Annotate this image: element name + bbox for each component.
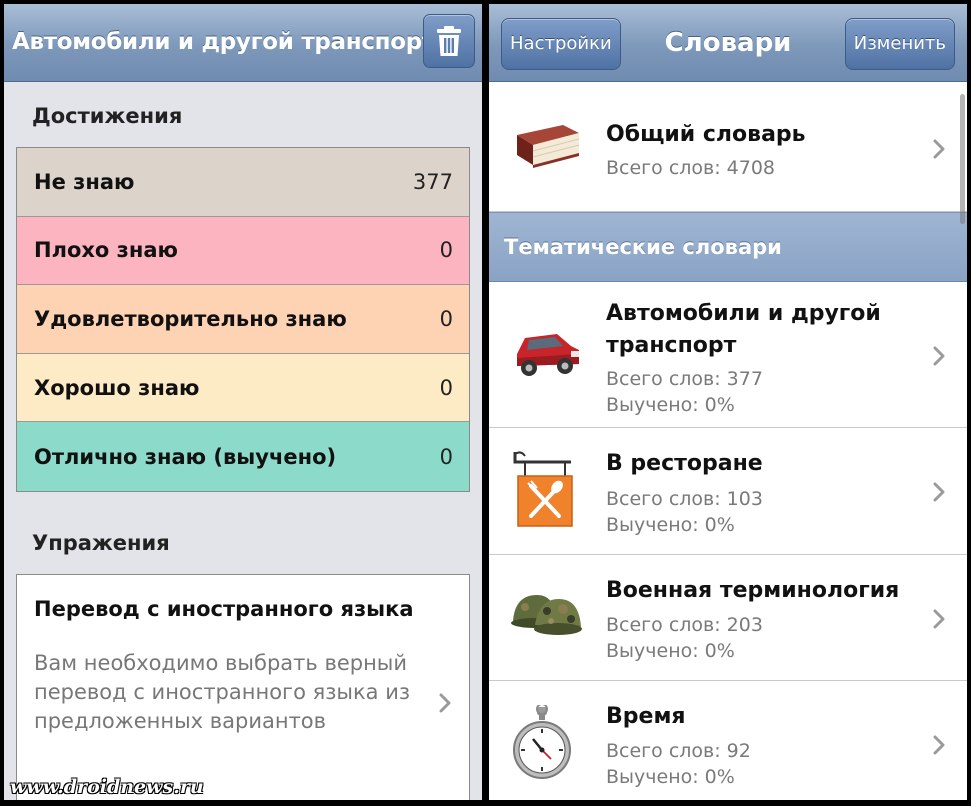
achievement-row-dont-know[interactable]: Не знаю 377	[17, 148, 469, 217]
nav-bar: Настройки Словари Изменить	[489, 4, 967, 82]
dictionary-row-time[interactable]: Время Всего слов: 92 Выучено: 0%	[489, 681, 967, 800]
achievement-count: 0	[439, 375, 453, 400]
achievement-count: 377	[412, 169, 453, 194]
dictionary-word-count: Всего слов: 92	[606, 740, 751, 762]
stopwatch-icon	[513, 705, 571, 779]
scrollbar[interactable]	[960, 94, 965, 224]
achievement-count: 0	[439, 306, 453, 331]
dictionary-progress: Выучено: 0%	[606, 514, 735, 536]
dictionary-name: Военная терминология	[606, 578, 900, 603]
dictionary-name: Общий словарь	[606, 122, 806, 147]
exercise-translation-card[interactable]: Перевод с иностранного языка Вам необход…	[16, 574, 470, 800]
chevron-right-icon	[933, 139, 945, 159]
achievements-screen: Автомобили и другой транспорт Достижения…	[4, 4, 482, 800]
delete-button[interactable]	[423, 14, 475, 68]
dictionary-progress: Выучено: 0%	[606, 640, 735, 662]
achievements-list: Не знаю 377 Плохо знаю 0 Удовлетворитель…	[16, 147, 470, 492]
achievements-heading: Достижения	[32, 104, 183, 128]
dictionary-name: Автомобили и другой транспорт	[606, 301, 881, 358]
thematic-section-header: Тематические словари	[489, 212, 967, 282]
exercise-description: Вам необходимо выбрать верный перевод с …	[34, 651, 411, 733]
achievement-row-poor[interactable]: Плохо знаю 0	[17, 216, 469, 286]
dictionary-word-count: Всего слов: 4708	[606, 157, 776, 179]
dictionary-progress: Выучено: 0%	[606, 394, 735, 416]
achievement-label: Плохо знаю	[34, 238, 178, 263]
achievement-row-excellent[interactable]: Отлично знаю (выучено) 0	[17, 422, 469, 491]
trash-icon	[437, 26, 461, 56]
military-helmet-icon	[511, 595, 582, 635]
top-bar: Автомобили и другой транспорт	[4, 4, 482, 82]
dictionary-word-count: Всего слов: 103	[606, 488, 763, 510]
page-title: Автомобили и другой транспорт	[12, 29, 435, 55]
dictionary-row-restaurant[interactable]: В ресторане Всего слов: 103 Выучено: 0%	[489, 428, 967, 555]
dictionary-row-general[interactable]: Общий словарь Всего слов: 4708	[489, 83, 967, 212]
dictionary-name: В ресторане	[606, 451, 763, 476]
dictionary-word-count: Всего слов: 203	[606, 614, 763, 636]
chevron-right-icon	[933, 346, 945, 366]
achievement-label: Не знаю	[34, 169, 135, 194]
section-title: Тематические словари	[504, 235, 782, 259]
car-icon	[517, 334, 579, 376]
exercises-heading: Упражения	[32, 531, 170, 555]
dictionary-row-military[interactable]: Военная терминология Всего слов: 203 Выу…	[489, 555, 967, 681]
achievement-count: 0	[439, 238, 453, 263]
achievement-row-good[interactable]: Хорошо знаю 0	[17, 353, 469, 423]
chevron-right-icon	[439, 693, 451, 713]
chevron-right-icon	[933, 609, 945, 629]
dictionaries-screen: Настройки Словари Изменить Общий словарь…	[489, 4, 967, 800]
achievement-count: 0	[439, 444, 453, 469]
exercise-title: Перевод с иностранного языка	[34, 597, 414, 621]
achievement-row-satisfactory[interactable]: Удовлетворительно знаю 0	[17, 285, 469, 354]
book-icon	[517, 125, 580, 168]
achievement-label: Отлично знаю (выучено)	[34, 444, 337, 469]
dictionary-word-count: Всего слов: 377	[606, 368, 763, 390]
dictionary-row-cars[interactable]: Автомобили и другой транспорт Всего слов…	[489, 282, 967, 428]
dictionary-name: Время	[606, 704, 686, 729]
chevron-right-icon	[933, 482, 945, 502]
achievement-label: Удовлетворительно знаю	[34, 306, 347, 331]
watermark: www.droidnews.ru	[10, 776, 204, 798]
achievement-label: Хорошо знаю	[34, 375, 200, 400]
restaurant-sign-icon	[513, 451, 573, 527]
chevron-right-icon	[933, 735, 945, 755]
dictionary-progress: Выучено: 0%	[606, 766, 735, 788]
edit-button[interactable]: Изменить	[844, 18, 955, 70]
